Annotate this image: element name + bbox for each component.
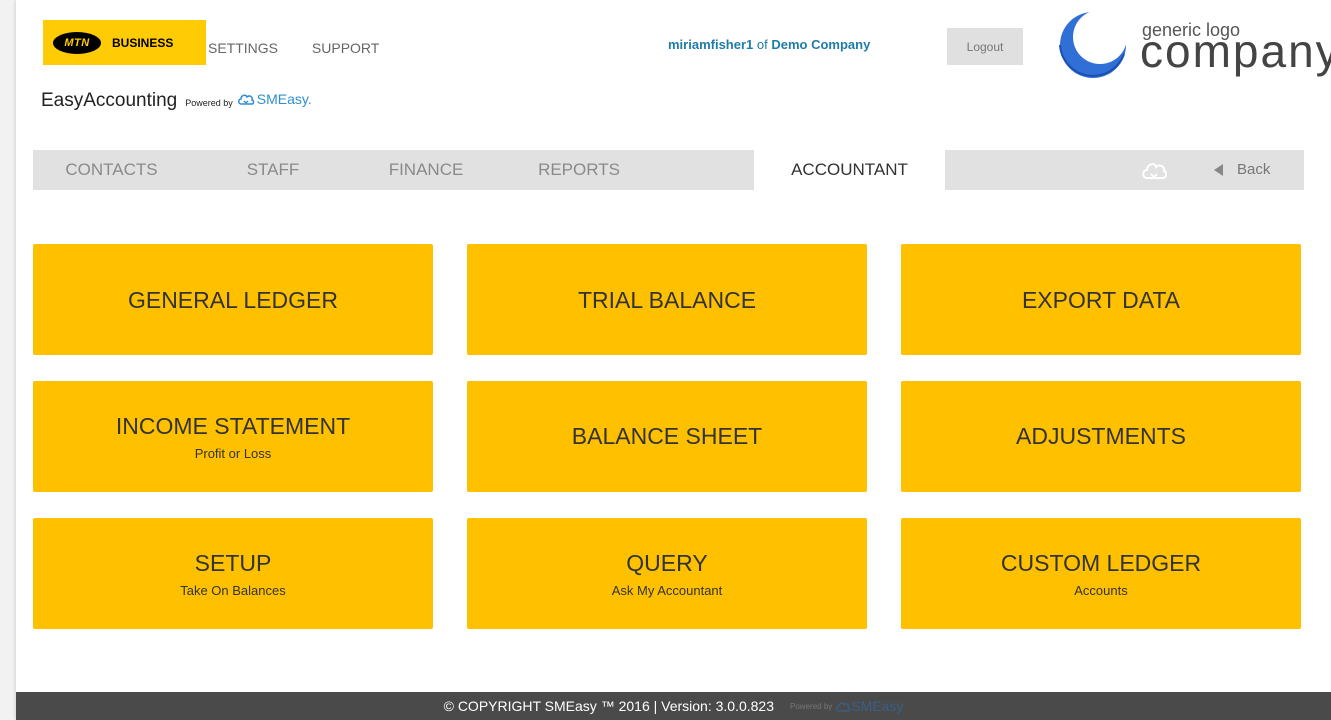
tile-title: SETUP (194, 549, 272, 576)
mtn-business-logo[interactable]: MTN BUSINESS (43, 20, 206, 65)
app-name: EasyAccounting (41, 90, 178, 111)
support-link[interactable]: SUPPORT (312, 40, 379, 56)
app-page: MTN BUSINESS SETTINGS SUPPORT EasyAccoun… (16, 0, 1331, 720)
of-label: of (756, 37, 768, 52)
tile-title: GENERAL LEDGER (127, 287, 339, 313)
tile-title: INCOME STATEMENT (115, 412, 351, 439)
main-tab-bar: CONTACTS STAFF FINANCE REPORTS ACCOUNTAN… (33, 150, 1304, 190)
footer-powered-by: Powered by (790, 701, 833, 711)
smeasy-cloud-icon (237, 94, 255, 105)
tile-title: EXPORT DATA (1021, 287, 1181, 313)
footer-cloud-icon (836, 702, 851, 712)
logo-wordmark: company (1140, 25, 1331, 77)
back-button[interactable]: Back (1214, 161, 1270, 178)
company-link[interactable]: Demo Company (771, 37, 870, 52)
powered-by-label: Powered by (185, 98, 233, 108)
tile-title: TRIAL BALANCE (577, 287, 757, 313)
tile-title: BALANCE SHEET (571, 423, 763, 449)
trial-balance-tile[interactable]: TRIAL BALANCE (467, 244, 867, 355)
tile-subtitle: Accounts (1074, 582, 1128, 598)
general-ledger-tile[interactable]: GENERAL LEDGER (33, 244, 433, 355)
tile-subtitle: Ask My Accountant (611, 582, 723, 598)
copyright-text: © COPYRIGHT SMEasy ™ 2016 | Version: 3.0… (443, 698, 775, 714)
company-logo: generic logo company (1050, 10, 1331, 80)
tile-subtitle: Profit or Loss (194, 445, 272, 461)
query-tile[interactable]: QUERY Ask My Accountant (467, 518, 867, 629)
top-nav: SETTINGS SUPPORT (208, 40, 409, 56)
logout-button[interactable]: Logout (947, 28, 1023, 65)
tile-title: QUERY (626, 549, 708, 576)
adjustments-tile[interactable]: ADJUSTMENTS (901, 381, 1301, 492)
footer-smeasy-logo: SMEasy (835, 698, 903, 714)
footer-smeasy-wordmark: SMEasy (851, 698, 904, 714)
username-link[interactable]: miriamfisher1 (668, 37, 753, 52)
business-label: BUSINESS (112, 35, 174, 50)
balance-sheet-tile[interactable]: BALANCE SHEET (467, 381, 867, 492)
setup-tile[interactable]: SETUP Take On Balances (33, 518, 433, 629)
export-data-tile[interactable]: EXPORT DATA (901, 244, 1301, 355)
cloud-sync-icon[interactable] (1141, 159, 1167, 181)
tile-title: ADJUSTMENTS (1016, 423, 1186, 449)
custom-ledger-tile[interactable]: CUSTOM LEDGER Accounts (901, 518, 1301, 629)
smeasy-logo: SMEasy. (237, 91, 312, 107)
back-label: Back (1237, 161, 1271, 178)
tab-reports[interactable]: REPORTS (508, 150, 650, 190)
income-statement-tile[interactable]: INCOME STATEMENT Profit or Loss (33, 381, 433, 492)
tab-accountant[interactable]: ACCOUNTANT (754, 150, 945, 190)
user-info: miriamfisher1 of Demo Company (668, 37, 870, 52)
tab-finance[interactable]: FINANCE (355, 150, 497, 190)
footer: © COPYRIGHT SMEasy ™ 2016 | Version: 3.0… (16, 692, 1331, 720)
smeasy-wordmark: SMEasy. (256, 91, 312, 107)
company-logo-circle-icon (1059, 10, 1127, 78)
tile-subtitle: Take On Balances (180, 582, 286, 598)
app-title: EasyAccounting Powered by SMEasy. (41, 90, 312, 112)
tile-title: CUSTOM LEDGER (1000, 549, 1202, 576)
settings-link[interactable]: SETTINGS (208, 40, 278, 56)
tab-staff[interactable]: STAFF (202, 150, 344, 190)
mtn-logo-icon: MTN (53, 31, 101, 54)
back-arrow-icon (1214, 163, 1223, 176)
tab-contacts[interactable]: CONTACTS (33, 150, 190, 190)
